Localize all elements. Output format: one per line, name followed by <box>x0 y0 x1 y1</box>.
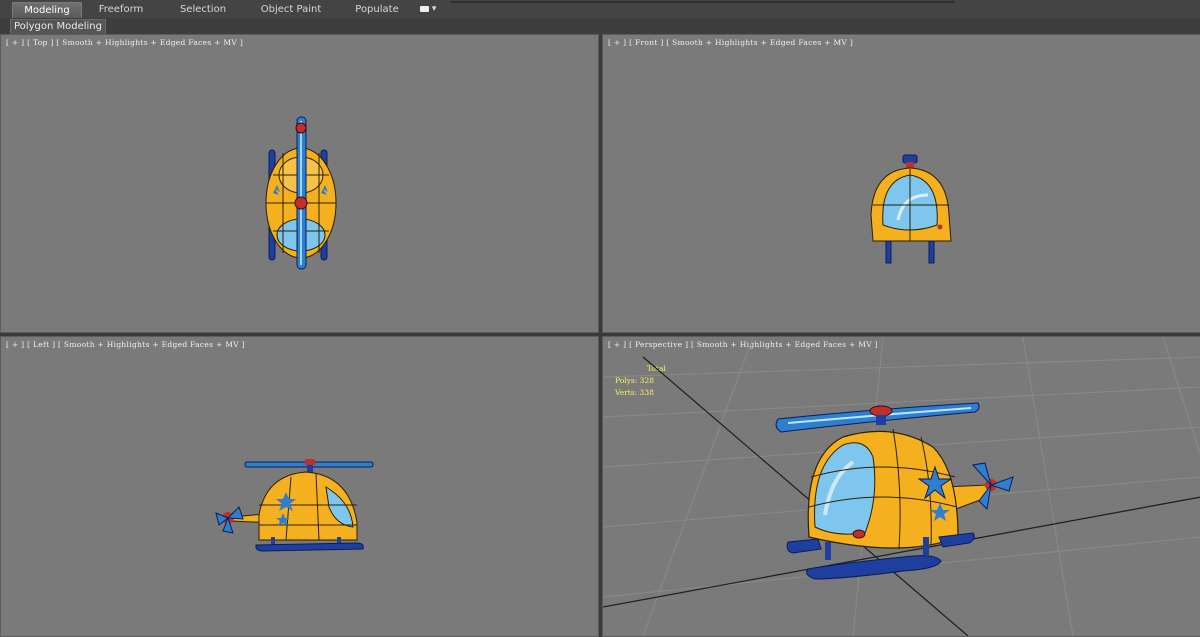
panel-bar: Polygon Modeling <box>0 18 1200 35</box>
helicopter-top-view <box>265 116 337 270</box>
viewport-top[interactable]: [ + ] [ Top ] [ Smooth + Highlights + Ed… <box>0 34 599 333</box>
polygon-modeling-panel-button[interactable]: Polygon Modeling <box>10 19 106 35</box>
helicopter-perspective-view <box>603 337 1200 636</box>
dropdown-toggle-icon[interactable]: ▾ <box>420 3 440 15</box>
viewport-front[interactable]: [ + ] [ Front ] [ Smooth + Highlights + … <box>602 34 1200 333</box>
tab-populate[interactable]: Populate <box>346 2 408 17</box>
tab-selection[interactable]: Selection <box>170 2 236 17</box>
helicopter-left-view <box>215 459 374 552</box>
tab-freeform[interactable]: Freeform <box>88 2 154 17</box>
viewport-perspective[interactable]: [ + ] [ Perspective ] [ Smooth + Highlig… <box>602 336 1200 637</box>
tab-modeling[interactable]: Modeling <box>12 2 82 18</box>
helicopter-front-view <box>870 154 952 264</box>
viewport-left[interactable]: [ + ] [ Left ] [ Smooth + Highlights + E… <box>0 336 599 637</box>
ribbon-bar: Modeling Freeform Selection Object Paint… <box>0 0 1200 19</box>
tab-object-paint[interactable]: Object Paint <box>252 2 330 17</box>
ribbon-divider <box>450 1 955 3</box>
